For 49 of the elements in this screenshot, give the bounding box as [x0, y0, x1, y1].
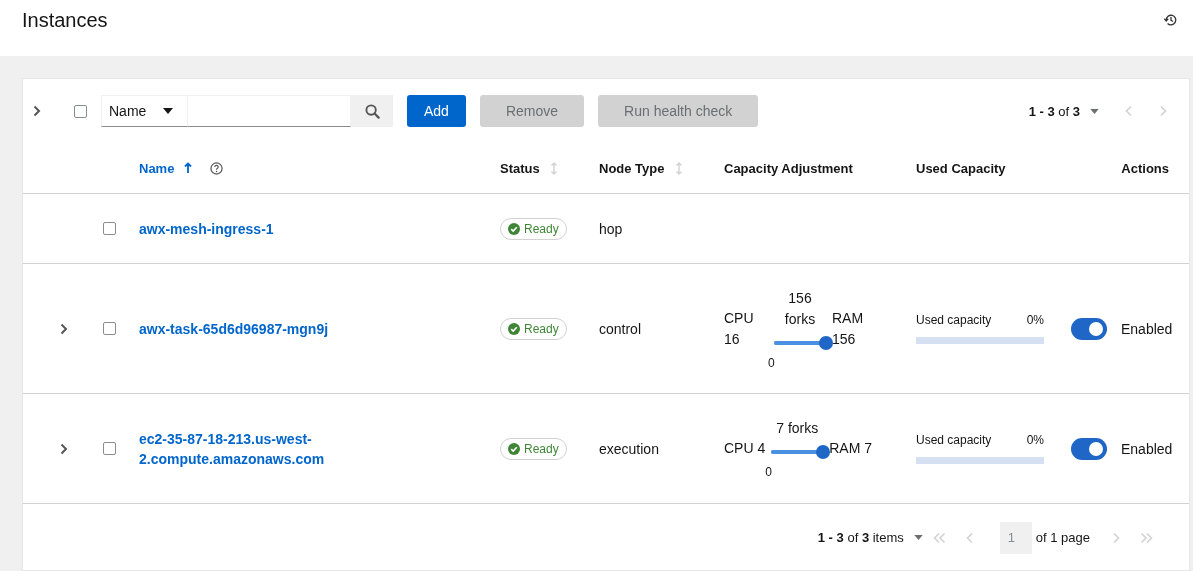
row-checkbox[interactable]	[102, 442, 116, 455]
forks-label: 156 forks	[783, 288, 817, 329]
caret-icon	[163, 108, 173, 114]
help-icon[interactable]	[210, 161, 224, 175]
enabled-toggle[interactable]	[1071, 437, 1107, 460]
instance-link[interactable]: awx-task-65d6d96987-mgn9j	[139, 318, 329, 339]
column-header[interactable]: Status	[500, 160, 540, 176]
pagination-dropdown[interactable]: 1 - 3 of 3	[1028, 103, 1099, 119]
toggle-label: Enabled	[1121, 440, 1173, 457]
forks-label: 7 forks	[776, 419, 819, 438]
toggle-label: Enabled	[1121, 320, 1173, 337]
used-capacity-value: 0%	[1026, 433, 1044, 447]
column-header[interactable]: Name	[139, 160, 175, 176]
row-checkbox[interactable]	[102, 322, 116, 335]
cpu-label: CPU 16	[724, 308, 755, 349]
node-type: execution	[599, 440, 659, 457]
row-checkbox[interactable]	[102, 222, 116, 235]
cpu-label: CPU 4	[724, 439, 766, 458]
caret-icon	[913, 535, 923, 540]
used-capacity-value: 0%	[1026, 313, 1044, 327]
used-capacity-label: Used capacity	[916, 433, 992, 447]
instance-link[interactable]: awx-mesh-ingress-1	[139, 218, 274, 239]
column-header[interactable]: Node Type	[599, 160, 665, 176]
ram-label: RAM 156	[832, 308, 865, 349]
toolbar-button[interactable]: Add	[407, 95, 466, 127]
slider-min-label: 0	[765, 465, 772, 479]
column-header: Actions	[1121, 160, 1169, 176]
used-capacity-label: Used capacity	[916, 313, 992, 327]
ram-label: RAM 7	[829, 439, 873, 458]
search-field[interactable]	[187, 95, 351, 127]
instance-link[interactable]: ec2-35-87-18-213.us-west-2.compute.amazonaws.com	[139, 428, 339, 469]
column-header: Used Capacity	[916, 160, 1006, 176]
search-icon	[364, 103, 380, 119]
history-icon[interactable]	[1164, 13, 1178, 27]
enabled-toggle[interactable]	[1071, 317, 1107, 340]
sort-ascending-icon[interactable]	[184, 162, 193, 174]
column-header: Capacity Adjustment	[724, 160, 853, 176]
node-type: control	[599, 320, 642, 337]
expand-row-icon[interactable]	[60, 442, 68, 455]
select-all-checkbox[interactable]	[74, 104, 87, 118]
page-title: Instances	[22, 8, 108, 33]
expand-all-icon[interactable]	[33, 105, 41, 117]
page-count: of 1 page	[1035, 530, 1090, 545]
pagination-dropdown[interactable]: 1 - 3 of 3 items	[817, 530, 923, 545]
caret-icon	[1090, 108, 1099, 114]
slider-min-label: 0	[768, 355, 775, 370]
search-button[interactable]	[351, 95, 393, 127]
expand-row-icon[interactable]	[60, 322, 68, 335]
node-type: hop	[599, 220, 623, 237]
